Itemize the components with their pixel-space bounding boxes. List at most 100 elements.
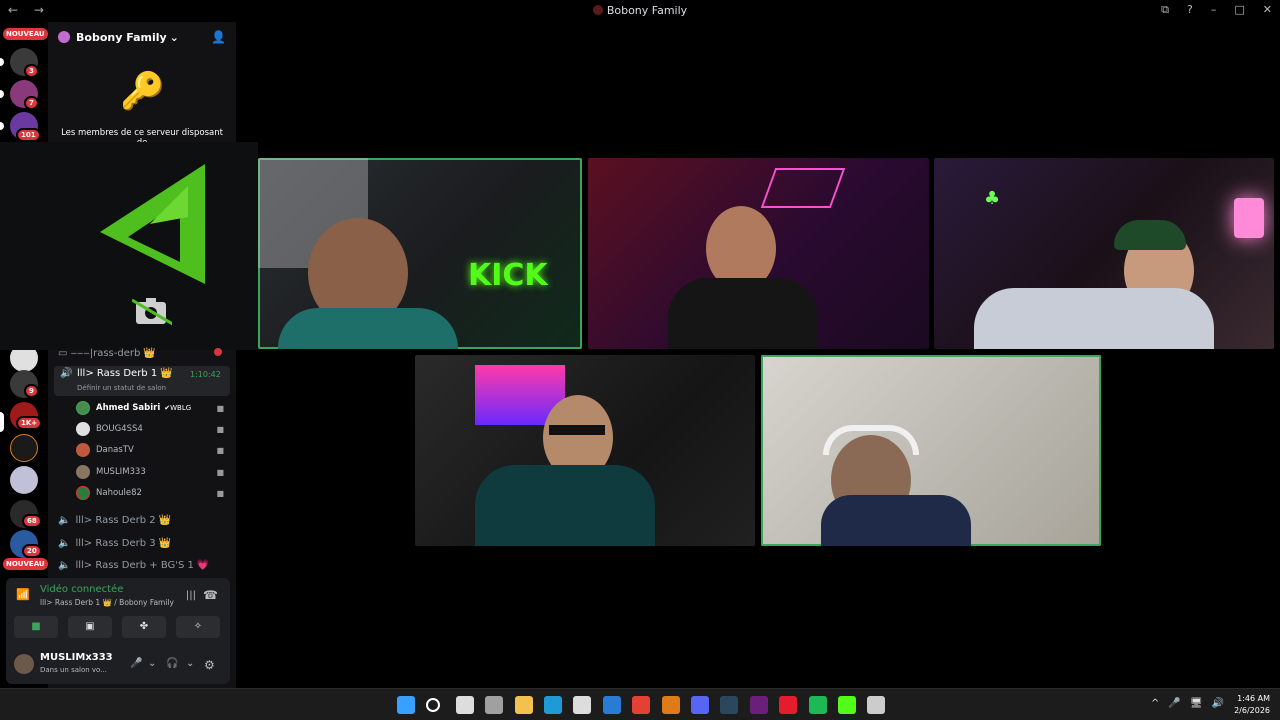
participant-cap: [1114, 220, 1186, 250]
inbox-icon[interactable]: ⧉: [1161, 3, 1169, 17]
video-icon: ■: [216, 488, 224, 498]
server-icon-8[interactable]: [10, 466, 38, 494]
camera-off-icon: [132, 298, 172, 326]
explorer-icon[interactable]: [515, 696, 533, 714]
voice-member[interactable]: BOUG4SS4 ■: [76, 420, 228, 438]
voice-panel: 📶 Vidéo connectée lll> Rass Derb 1 👑 / B…: [6, 578, 230, 684]
maximize-button[interactable]: □: [1234, 3, 1244, 17]
crown-icon: 👑: [160, 368, 173, 379]
voice-timer: 1:10:42: [190, 370, 221, 379]
participant-body: [278, 308, 458, 349]
crown-icon: 👑: [143, 347, 156, 359]
unread-pill: [0, 58, 4, 66]
guild-name: Bobony Family: [76, 30, 167, 44]
voice-member[interactable]: Ahmed Sabiri ✔WBLG ■: [76, 399, 228, 417]
search-icon[interactable]: [426, 698, 440, 712]
video-tile-4[interactable]: [415, 355, 755, 546]
server-icon-7[interactable]: [10, 434, 38, 462]
channel-label: lll> Rass Derb + BG'S 1: [75, 559, 194, 571]
steam-icon[interactable]: [720, 696, 738, 714]
noise-suppression-icon[interactable]: |||: [186, 590, 196, 601]
avatar[interactable]: [14, 654, 34, 674]
gear-icon[interactable]: ⚙: [204, 658, 215, 672]
headset-icon[interactable]: 🎧: [166, 658, 178, 669]
network-icon[interactable]: 🖥: [1190, 698, 1203, 709]
next-icon[interactable]: [750, 696, 768, 714]
app-a-icon[interactable]: [662, 696, 680, 714]
spotify-icon[interactable]: [809, 696, 827, 714]
set-status-hint[interactable]: Définir un statut de salon: [77, 384, 166, 392]
start-icon[interactable]: [397, 696, 415, 714]
settings-icon[interactable]: [485, 696, 503, 714]
store-icon[interactable]: [573, 696, 591, 714]
guild-header[interactable]: Bobony Family ⌄ 👤: [48, 22, 236, 52]
unread-dot: [214, 348, 222, 356]
unread-pill: [0, 122, 4, 130]
app-b-icon[interactable]: [867, 696, 885, 714]
crown-icon: 👑: [158, 514, 172, 526]
signal-icon: 📶: [16, 588, 30, 601]
screen-share-button[interactable]: ▣: [68, 616, 112, 638]
mention-badge: 68: [22, 514, 42, 528]
outlook-icon[interactable]: [603, 696, 621, 714]
kick-neon-sign: KICK: [468, 258, 548, 293]
microphone-icon[interactable]: 🎤: [1168, 698, 1180, 709]
mention-badge: 7: [24, 96, 39, 110]
voice-channel-rass-derb-bgs[interactable]: 🔈 lll> Rass Derb + BG'S 1 💗: [58, 556, 209, 574]
channel-label: lll> Rass Derb 3: [75, 537, 156, 549]
discord-icon[interactable]: [691, 696, 709, 714]
voice-status[interactable]: Vidéo connectée: [40, 584, 123, 595]
user-name[interactable]: MUSLIMx333: [40, 652, 113, 663]
stream-overlay: [0, 142, 258, 350]
active-voice-name: lll> Rass Derb 1 👑: [77, 368, 173, 379]
microphone-icon[interactable]: 🎤: [130, 658, 142, 669]
voice-member[interactable]: Nahoule82 ■: [76, 484, 228, 502]
taskbar: ^ 🎤 🖥 🔊 1:46 AM 2/6/2026: [0, 688, 1280, 720]
headset: [823, 425, 919, 455]
video-tile-ahmed[interactable]: KICK: [258, 158, 582, 349]
volume-icon[interactable]: 🔊: [1212, 698, 1224, 709]
soundboard-button[interactable]: ✧: [176, 616, 220, 638]
video-icon: ■: [216, 424, 224, 434]
task-view-icon[interactable]: [456, 696, 474, 714]
participant-body: [974, 288, 1214, 349]
member-name: DanasTV: [96, 445, 134, 455]
member-name: Ahmed Sabiri: [96, 403, 161, 413]
opera-icon[interactable]: [779, 696, 797, 714]
help-icon[interactable]: ?: [1187, 3, 1193, 17]
sunglasses: [549, 425, 605, 435]
chrome-icon[interactable]: [632, 696, 650, 714]
minimize-button[interactable]: –: [1211, 3, 1217, 17]
mention-badge: 20: [22, 544, 42, 558]
clock[interactable]: 1:46 AM 2/6/2026: [1234, 693, 1270, 717]
video-tile-3[interactable]: ♣: [934, 158, 1274, 349]
video-button[interactable]: ■: [14, 616, 58, 638]
speaker-icon: 🔊: [60, 368, 73, 379]
neon-lights: [760, 168, 846, 208]
edge-icon[interactable]: [544, 696, 562, 714]
mention-badge: 101: [16, 128, 41, 142]
close-button[interactable]: ✕: [1263, 3, 1272, 17]
avatar: [76, 465, 90, 479]
voice-channel-rass-derb-3[interactable]: 🔈 lll> Rass Derb 3 👑: [58, 534, 171, 552]
voice-member[interactable]: DanasTV ■: [76, 441, 228, 459]
video-tile-2[interactable]: [588, 158, 929, 349]
key-icon: 🔑: [120, 71, 165, 112]
member-name: Nahoule82: [96, 488, 142, 498]
avatar: [76, 401, 90, 415]
voice-member[interactable]: MUSLIM333 ■: [76, 463, 228, 481]
chevron-down-icon[interactable]: ⌄: [148, 658, 156, 669]
chevron-up-icon[interactable]: ^: [1151, 698, 1159, 709]
channel-text-rass-derb[interactable]: ▭ ‒‒‒|rass-derb 👑: [58, 344, 156, 362]
channel-label: lll> Rass Derb 2: [75, 514, 156, 526]
disconnect-icon[interactable]: ☎: [203, 588, 218, 602]
new-badge: NOUVEAU: [3, 558, 48, 570]
chevron-down-icon[interactable]: ⌄: [186, 658, 194, 669]
add-member-icon[interactable]: 👤: [211, 30, 226, 44]
kick-icon[interactable]: [838, 696, 856, 714]
window-titlebar: ← → Bobony Family ⧉ ? – □ ✕: [0, 0, 1280, 22]
voice-location[interactable]: lll> Rass Derb 1 👑 / Bobony Family: [40, 598, 174, 607]
video-tile-5[interactable]: [761, 355, 1101, 546]
activities-button[interactable]: ✤: [122, 616, 166, 638]
voice-channel-rass-derb-2[interactable]: 🔈 lll> Rass Derb 2 👑: [58, 511, 171, 529]
